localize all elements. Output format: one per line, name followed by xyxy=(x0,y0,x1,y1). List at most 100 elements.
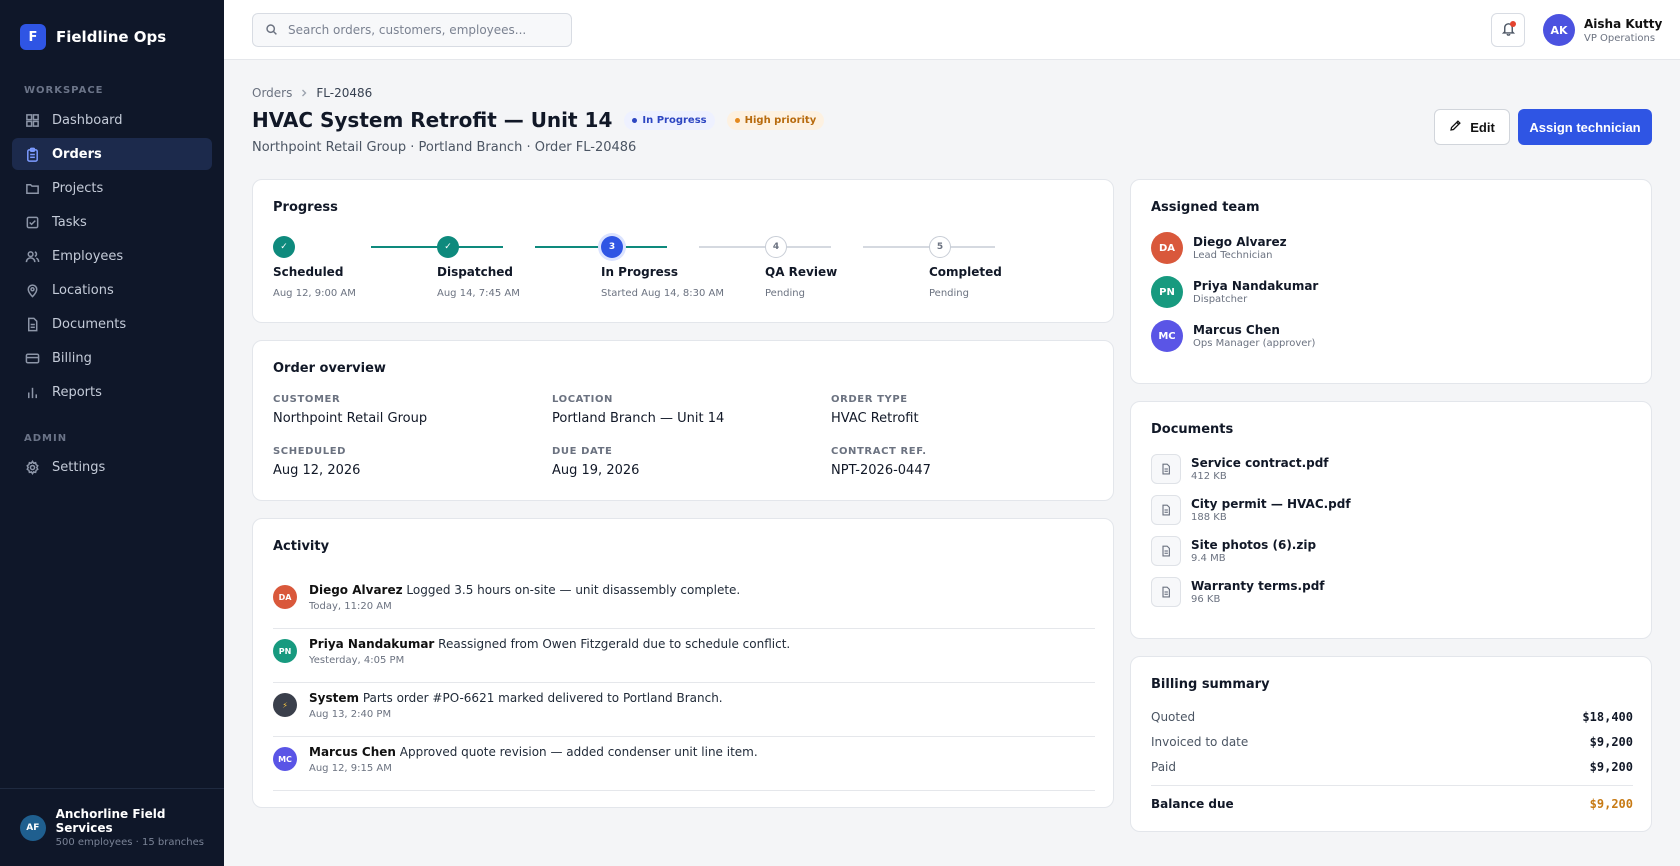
breadcrumb-current: FL-20486 xyxy=(316,86,373,100)
team-member[interactable]: PN Priya Nandakumar Dispatcher xyxy=(1151,276,1318,308)
clipboard-icon xyxy=(24,146,40,162)
documents-title: Documents xyxy=(1151,422,1234,437)
document-name: Site photos (6).zip xyxy=(1191,538,1317,552)
status-badge: In Progress xyxy=(624,110,715,130)
sidebar-item-employees[interactable]: Employees xyxy=(12,240,212,272)
field-value: Northpoint Retail Group xyxy=(273,411,428,426)
step-timestamp: Pending xyxy=(929,288,969,299)
priority-dot xyxy=(734,117,740,123)
search-icon xyxy=(265,21,278,40)
file-icon xyxy=(1151,577,1181,607)
document-item[interactable]: City permit — HVAC.pdf 188 KB xyxy=(1151,495,1351,525)
map-pin-icon xyxy=(24,282,40,298)
billing-row: Quoted $18,400 xyxy=(1151,710,1633,724)
sidebar-item-label: Orders xyxy=(52,146,102,162)
assign-technician-button[interactable]: Assign technician xyxy=(1518,109,1652,145)
activity-text: Diego Alvarez Logged 3.5 hours on-site —… xyxy=(309,583,740,597)
divider xyxy=(1151,785,1633,786)
top-bar: AK Aisha Kutty VP Operations xyxy=(224,0,1680,60)
priority-badge-label: High priority xyxy=(744,114,817,126)
chevron-right-icon xyxy=(300,86,308,100)
edit-button-label: Edit xyxy=(1470,119,1495,135)
avatar: AK xyxy=(1543,14,1575,46)
user-role: VP Operations xyxy=(1584,32,1656,44)
overview-field-customer: CUSTOMER Northpoint Retail Group xyxy=(273,394,533,426)
sidebar-item-label: Settings xyxy=(52,459,106,475)
balance-due-label: Balance due xyxy=(1151,797,1234,811)
team-member[interactable]: DA Diego Alvarez Lead Technician xyxy=(1151,232,1287,264)
org-name: Anchorline Field Services xyxy=(55,807,166,835)
assigned-team-title: Assigned team xyxy=(1151,200,1260,215)
overview-field-contract-ref: CONTRACT REF. NPT-2026-0447 xyxy=(831,446,1091,478)
document-size: 412 KB xyxy=(1191,471,1227,482)
overview-field-scheduled: SCHEDULED Aug 12, 2026 xyxy=(273,446,533,478)
admin-section-label: ADMIN xyxy=(24,433,68,444)
documents-card: Documents Service contract.pdf 412 KB Cit… xyxy=(1130,401,1652,639)
avatar: DA xyxy=(1151,232,1183,264)
sidebar-item-tasks[interactable]: Tasks xyxy=(12,206,212,238)
sidebar-item-dashboard[interactable]: Dashboard xyxy=(12,104,212,136)
activity-actor: Priya Nandakumar xyxy=(309,637,435,651)
notification-dot xyxy=(1510,21,1516,27)
step-label: QA Review xyxy=(765,265,838,279)
users-icon xyxy=(24,248,40,264)
user-menu[interactable]: AK Aisha Kutty VP Operations xyxy=(1543,14,1662,46)
activity-text: Priya Nandakumar Reassigned from Owen Fi… xyxy=(309,637,790,651)
sidebar-item-label: Locations xyxy=(52,282,114,298)
pencil-icon xyxy=(1449,119,1462,135)
step-label: Dispatched xyxy=(437,265,514,279)
sidebar-item-billing[interactable]: Billing xyxy=(12,342,212,374)
sidebar-item-locations[interactable]: Locations xyxy=(12,274,212,306)
sidebar-item-label: Billing xyxy=(52,350,92,366)
overview-field-due-date: DUE DATE Aug 19, 2026 xyxy=(552,446,812,478)
field-label: SCHEDULED xyxy=(273,446,347,457)
search-box[interactable] xyxy=(252,13,572,47)
page-title: HVAC System Retrofit — Unit 14 xyxy=(252,108,613,132)
sidebar-item-settings[interactable]: Settings xyxy=(12,451,212,483)
document-item[interactable]: Site photos (6).zip 9.4 MB xyxy=(1151,536,1316,566)
org-switcher[interactable]: AF Anchorline Field Services 500 employe… xyxy=(0,788,224,866)
step-check-icon: ✓ xyxy=(273,236,295,258)
edit-button[interactable]: Edit xyxy=(1434,109,1510,145)
activity-item: DA Diego Alvarez Logged 3.5 hours on-sit… xyxy=(273,575,1095,629)
search-input[interactable] xyxy=(288,23,558,37)
billing-label: Paid xyxy=(1151,760,1177,774)
sidebar-item-documents[interactable]: Documents xyxy=(12,308,212,340)
field-label: CUSTOMER xyxy=(273,394,341,405)
sidebar-item-projects[interactable]: Projects xyxy=(12,172,212,204)
org-details: 500 employees · 15 branches xyxy=(55,837,204,848)
field-value: Portland Branch — Unit 14 xyxy=(552,411,725,426)
brand[interactable]: F Fieldline Ops xyxy=(20,24,166,50)
avatar: MC xyxy=(273,747,297,771)
priority-badge: High priority xyxy=(726,110,825,130)
title-row: HVAC System Retrofit — Unit 14 In Progre… xyxy=(252,108,825,132)
sidebar-item-orders[interactable]: Orders xyxy=(12,138,212,170)
document-name: Warranty terms.pdf xyxy=(1191,579,1325,593)
document-item[interactable]: Warranty terms.pdf 96 KB xyxy=(1151,577,1325,607)
sidebar-item-label: Tasks xyxy=(52,214,87,230)
notifications-button[interactable] xyxy=(1491,13,1525,47)
avatar: MC xyxy=(1151,320,1183,352)
sidebar-item-reports[interactable]: Reports xyxy=(12,376,212,408)
step-number: 4 xyxy=(765,236,787,258)
avatar: PN xyxy=(1151,276,1183,308)
member-name: Marcus Chen xyxy=(1193,323,1280,337)
bar-chart-icon xyxy=(24,384,40,400)
breadcrumb-orders-link[interactable]: Orders xyxy=(252,86,292,100)
sidebar: F Fieldline Ops WORKSPACE Dashboard Orde… xyxy=(0,0,224,866)
billing-row: Paid $9,200 xyxy=(1151,760,1633,774)
order-overview-title: Order overview xyxy=(273,361,386,376)
order-overview-card: Order overview CUSTOMER Northpoint Retai… xyxy=(252,340,1114,501)
activity-actor: Marcus Chen xyxy=(309,745,396,759)
step-timestamp: Pending xyxy=(765,288,805,299)
balance-due-row: Balance due $9,200 xyxy=(1151,797,1633,811)
document-size: 188 KB xyxy=(1191,512,1227,523)
file-icon xyxy=(1151,536,1181,566)
team-member[interactable]: MC Marcus Chen Ops Manager (approver) xyxy=(1151,320,1315,352)
brand-logo: F xyxy=(20,24,46,50)
document-item[interactable]: Service contract.pdf 412 KB xyxy=(1151,454,1329,484)
step-timestamp: Started Aug 14, 8:30 AM xyxy=(601,288,724,299)
activity-time: Aug 13, 2:40 PM xyxy=(309,709,392,720)
member-name: Diego Alvarez xyxy=(1193,235,1287,249)
field-value: Aug 19, 2026 xyxy=(552,463,640,478)
